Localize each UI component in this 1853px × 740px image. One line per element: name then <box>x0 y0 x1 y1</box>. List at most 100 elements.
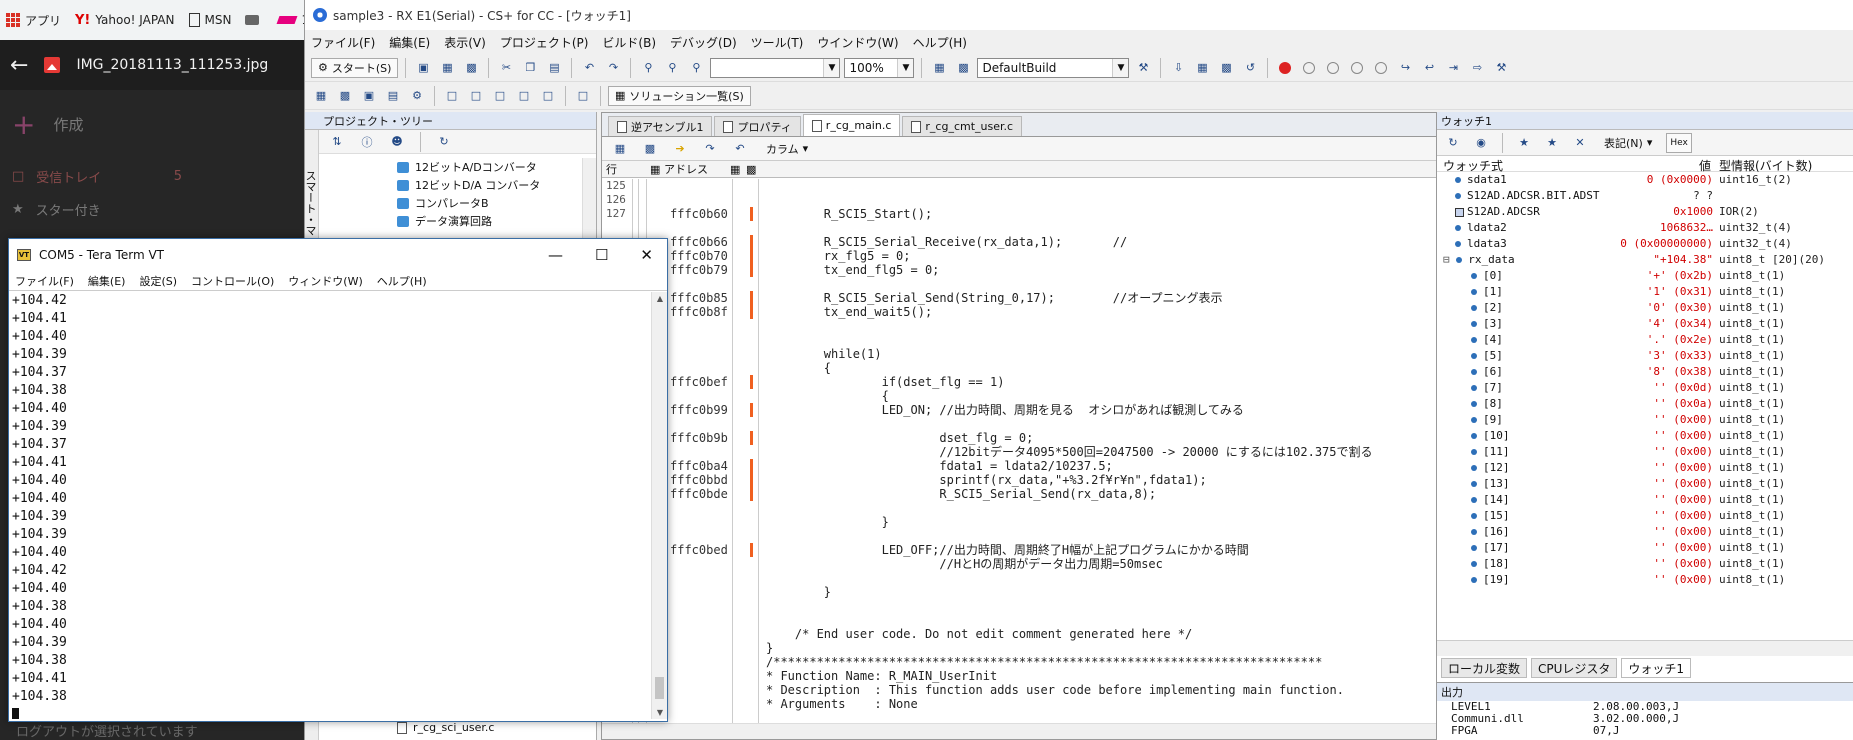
run-icon[interactable] <box>1299 58 1319 78</box>
window-5-icon[interactable]: □ <box>538 86 558 106</box>
delete-icon[interactable]: ✕ <box>1570 133 1590 153</box>
menu-item[interactable]: ビルド(B) <box>602 34 656 51</box>
watch-row[interactable]: ldata2 1068632… uint32_t(4) <box>1437 220 1853 236</box>
editor-tab[interactable]: r_cg_main.c <box>802 114 901 136</box>
watch-row[interactable]: [17] '' (0x00) uint8_t(1) <box>1437 540 1853 556</box>
source-only-icon[interactable]: ▩ <box>640 139 660 159</box>
zoom-combo[interactable]: 100% ▼ <box>844 57 915 78</box>
watch-row[interactable]: [11] '' (0x00) uint8_t(1) <box>1437 444 1853 460</box>
undo-icon[interactable]: ↶ <box>579 58 599 78</box>
watch-row[interactable]: [2] '0' (0x30) uint8_t(1) <box>1437 300 1853 316</box>
watch-row[interactable]: [4] '.' (0x2e) uint8_t(1) <box>1437 332 1853 348</box>
rebuild-icon[interactable]: ▩ <box>953 58 973 78</box>
watch-row[interactable]: [19] '' (0x00) uint8_t(1) <box>1437 572 1853 588</box>
step-over-icon[interactable]: ↪ <box>1395 58 1415 78</box>
code-generator-icon[interactable]: ▩ <box>335 86 355 106</box>
menu-item[interactable]: 表示(V) <box>444 34 486 51</box>
menu-item[interactable]: デバッグ(D) <box>670 34 737 51</box>
find-icon[interactable]: ⚲ <box>638 58 658 78</box>
add-category-icon[interactable]: ★ <box>1542 133 1562 153</box>
bookmark-item[interactable]: MSN <box>188 13 231 27</box>
debug-connect-icon[interactable]: ▦ <box>1192 58 1212 78</box>
watch-row[interactable]: sdata1 0 (0x0000) uint16_t(2) <box>1437 172 1853 188</box>
sort-icon[interactable]: ⇅ <box>327 132 347 152</box>
tool-settings-icon[interactable]: ⚙ <box>407 86 427 106</box>
tree-node[interactable]: データ演算回路 <box>327 212 580 230</box>
watch-row[interactable]: ldata3 0 (0x00000000) uint32_t(4) <box>1437 236 1853 252</box>
editor-tab[interactable]: 逆アセンブル1 <box>608 116 713 136</box>
watch-row[interactable]: [3] '4' (0x34) uint8_t(1) <box>1437 316 1853 332</box>
paste-icon[interactable]: ▤ <box>544 58 564 78</box>
compose-button[interactable]: + 作成 <box>12 108 292 141</box>
terminal-output[interactable]: +104.42 +104.41 +104.40 +104.39 +104.37 +104.… <box>11 292 649 719</box>
copy-icon[interactable]: ❐ <box>520 58 540 78</box>
menu-item[interactable]: ヘルプ(H) <box>377 273 427 289</box>
save-icon[interactable]: ▦ <box>437 58 457 78</box>
pin-config-icon[interactable]: ▣ <box>359 86 379 106</box>
bookmark-item[interactable] <box>245 15 264 25</box>
solution-list-button[interactable]: ▦ ソリューション一覧(S) <box>608 85 751 106</box>
watch-row[interactable]: [5] '3' (0x33) uint8_t(1) <box>1437 348 1853 364</box>
watch-horizontal-scrollbar[interactable] <box>1437 640 1853 656</box>
menu-item[interactable]: ツール(T) <box>751 34 804 51</box>
panel-tab[interactable]: CPUレジスタ <box>1531 658 1618 678</box>
bookmark-item[interactable]: アプリ <box>6 12 61 29</box>
watch-row[interactable]: [15] '' (0x00) uint8_t(1) <box>1437 508 1853 524</box>
editor-tab[interactable]: r_cg_cmt_user.c <box>902 116 1023 136</box>
memory-icon[interactable]: ▤ <box>383 86 403 106</box>
watch-row[interactable]: [6] '8' (0x38) uint8_t(1) <box>1437 364 1853 380</box>
notation-button[interactable]: 表記(N) ▾ <box>1598 133 1658 153</box>
replace-icon[interactable]: ⚲ <box>686 58 706 78</box>
window-3-icon[interactable]: □ <box>490 86 510 106</box>
download-icon[interactable]: ⇩ <box>1168 58 1188 78</box>
watch-row[interactable]: [13] '' (0x00) uint8_t(1) <box>1437 476 1853 492</box>
set-pc-icon[interactable]: ⇨ <box>1467 58 1487 78</box>
redo-icon[interactable]: ↷ <box>603 58 623 78</box>
build-icon[interactable]: ▦ <box>929 58 949 78</box>
find-next-icon[interactable]: ⚲ <box>662 58 682 78</box>
watch-row[interactable]: [9] '' (0x00) uint8_t(1) <box>1437 412 1853 428</box>
watch-row[interactable]: [7] '' (0x0d) uint8_t(1) <box>1437 380 1853 396</box>
menu-item[interactable]: プロジェクト(P) <box>500 34 589 51</box>
mixed-display-icon[interactable]: ▦ <box>610 139 630 159</box>
collapse-icon[interactable]: ⊟ <box>1443 253 1456 266</box>
run-to-cursor-icon[interactable]: ⇥ <box>1443 58 1463 78</box>
inbox-item[interactable]: □ 受信トレイ 5 <box>12 167 292 186</box>
window-4-icon[interactable]: □ <box>514 86 534 106</box>
realtime-icon[interactable]: ◉ <box>1471 133 1491 153</box>
scroll-up-icon[interactable]: ▲ <box>652 294 668 303</box>
refresh-icon[interactable]: ↻ <box>434 132 454 152</box>
tree-node[interactable]: 12ビットD/A コンバータ <box>327 176 580 194</box>
minimize-icon[interactable]: — <box>548 246 563 264</box>
new-file-icon[interactable]: ▣ <box>413 58 433 78</box>
watch-row[interactable]: [14] '' (0x00) uint8_t(1) <box>1437 492 1853 508</box>
build-options-icon[interactable]: ⚒ <box>1133 58 1153 78</box>
menu-item[interactable]: ファイル(F) <box>311 34 375 51</box>
panel-tab[interactable]: ウォッチ1 <box>1621 658 1692 678</box>
menu-item[interactable]: ウインドウ(W) <box>817 34 898 51</box>
tree-node[interactable]: r_cg_sci_user.c <box>397 721 494 734</box>
window-1-icon[interactable]: □ <box>442 86 462 106</box>
start-button[interactable]: ⚙ スタート(S) <box>311 57 399 78</box>
menu-item[interactable]: ウィンドウ(W) <box>288 273 362 289</box>
save-all-icon[interactable]: ▩ <box>461 58 481 78</box>
menu-item[interactable]: ヘルプ(H) <box>913 34 967 51</box>
watch-row[interactable]: [1] '1' (0x31) uint8_t(1) <box>1437 284 1853 300</box>
column-button[interactable]: カラム ▾ <box>760 139 814 159</box>
menu-item[interactable]: コントロール(O) <box>191 273 274 289</box>
user-icon[interactable]: ☻ <box>387 132 407 152</box>
menu-item[interactable]: 編集(E) <box>389 34 430 51</box>
project-tree-icon[interactable]: ▦ <box>311 86 331 106</box>
debug-disconnect-icon[interactable]: ▩ <box>1216 58 1236 78</box>
watch-row[interactable]: [0] '+' (0x2b) uint8_t(1) <box>1437 268 1853 284</box>
bookmark-item[interactable]: Y! Yahoo! JAPAN <box>75 13 174 28</box>
terminal-scrollbar[interactable]: ▲ ▼ <box>651 292 667 719</box>
starred-item[interactable]: ★ スター付き <box>12 200 292 219</box>
tree-node[interactable]: 12ビットA/Dコンバータ <box>327 158 580 176</box>
watch-row[interactable]: S12AD.ADCSR 0x1000 IOR(2) <box>1437 204 1853 220</box>
debug-tool-settings-icon[interactable]: ⚒ <box>1491 58 1511 78</box>
watch-row[interactable]: ⊟ rx_data "+104.38" uint8_t [20](20) <box>1437 252 1853 268</box>
panel-tab[interactable]: ローカル変数 <box>1441 658 1528 678</box>
build-config-combo[interactable]: DefaultBuild ▼ <box>977 57 1130 78</box>
go-to-pc-icon[interactable]: ➔ <box>670 139 690 159</box>
